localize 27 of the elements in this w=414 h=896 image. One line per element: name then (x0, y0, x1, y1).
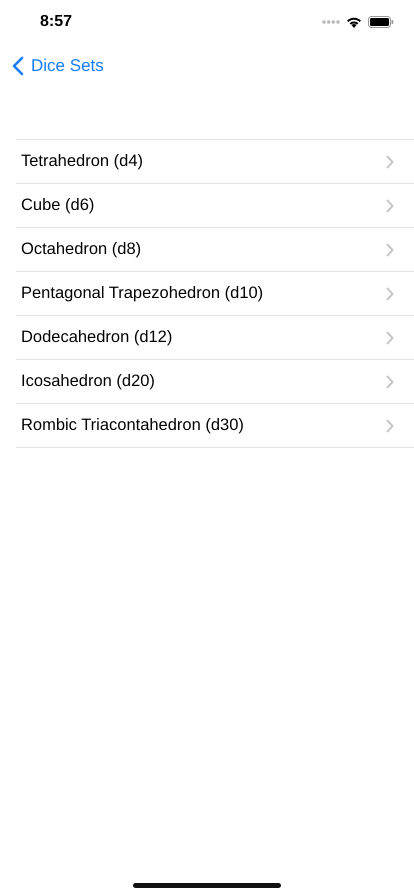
list-row[interactable]: Icosahedron (d20) (16, 360, 414, 404)
chevron-icon (386, 330, 394, 344)
back-button[interactable]: Dice Sets (12, 56, 104, 76)
chevron-icon (386, 154, 394, 168)
list-row[interactable]: Tetrahedron (d4) (16, 140, 414, 184)
back-chevron-icon (12, 56, 24, 76)
row-label: Tetrahedron (d4) (21, 152, 143, 171)
battery-icon (368, 16, 394, 28)
chevron-icon (386, 418, 394, 432)
row-label: Cube (d6) (21, 196, 94, 215)
list-row[interactable]: Rombic Triacontahedron (d30) (16, 404, 414, 448)
chevron-icon (386, 198, 394, 212)
list-row[interactable]: Dodecahedron (d12) (16, 316, 414, 360)
row-label: Icosahedron (d20) (21, 372, 155, 391)
row-label: Pentagonal Trapezohedron (d10) (21, 284, 264, 303)
cellular-signal-icon (322, 20, 340, 24)
row-label: Octahedron (d8) (21, 240, 142, 259)
status-time: 8:57 (40, 13, 72, 31)
chevron-icon (386, 374, 394, 388)
chevron-icon (386, 242, 394, 256)
row-label: Rombic Triacontahedron (d30) (21, 416, 244, 435)
list-row[interactable]: Octahedron (d8) (16, 228, 414, 272)
list-row[interactable]: Cube (d6) (16, 184, 414, 228)
chevron-icon (386, 286, 394, 300)
wifi-icon (346, 16, 362, 28)
list-row[interactable]: Pentagonal Trapezohedron (d10) (16, 272, 414, 316)
row-label: Dodecahedron (d12) (21, 328, 172, 347)
